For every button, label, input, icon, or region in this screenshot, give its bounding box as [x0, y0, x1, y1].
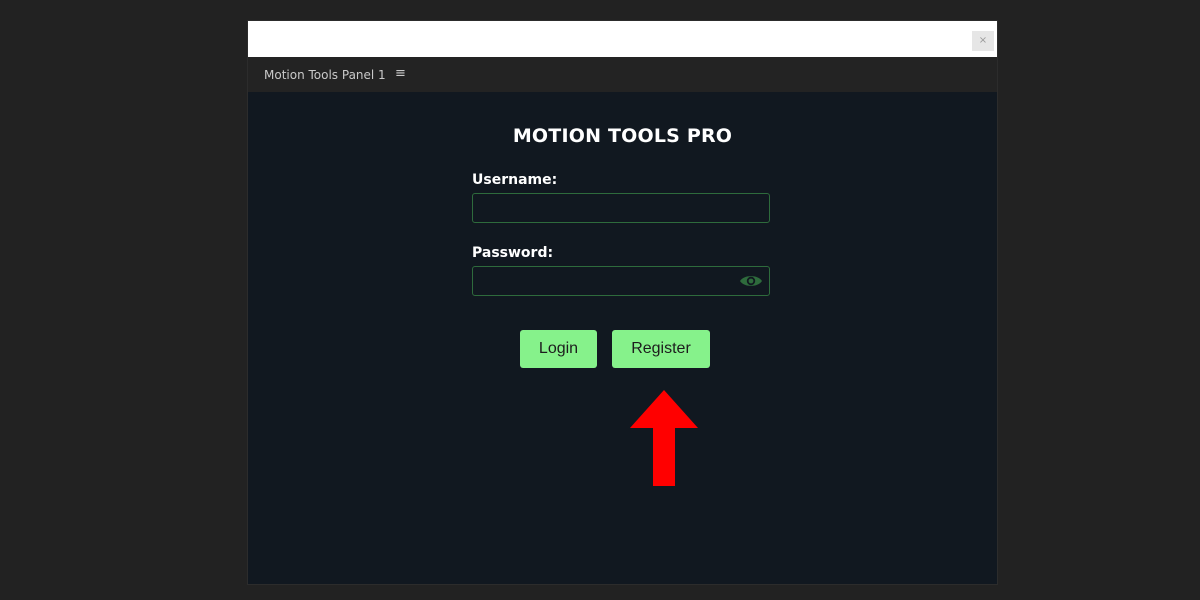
- username-field-container: [472, 193, 770, 223]
- login-button[interactable]: Login: [520, 330, 597, 368]
- login-panel: MOTION TOOLS PRO Username: Password: Log…: [248, 92, 997, 584]
- password-field-container: [472, 266, 770, 296]
- red-up-arrow-icon: [630, 390, 698, 486]
- window-titlebar: ×: [248, 21, 997, 57]
- register-button[interactable]: Register: [612, 330, 710, 368]
- password-input[interactable]: [473, 267, 769, 295]
- panel-tab-bar: Motion Tools Panel 1 ≡: [248, 57, 997, 92]
- password-label: Password:: [472, 245, 554, 261]
- close-button[interactable]: ×: [972, 31, 994, 51]
- hamburger-menu-icon[interactable]: ≡: [395, 66, 407, 82]
- username-label: Username:: [472, 172, 558, 188]
- panel-tab-label[interactable]: Motion Tools Panel 1: [264, 68, 386, 82]
- username-input[interactable]: [473, 194, 769, 222]
- eye-icon[interactable]: [739, 273, 763, 289]
- app-title: MOTION TOOLS PRO: [512, 125, 733, 147]
- panel-window: × Motion Tools Panel 1 ≡ MOTION TOOLS PR…: [248, 21, 997, 584]
